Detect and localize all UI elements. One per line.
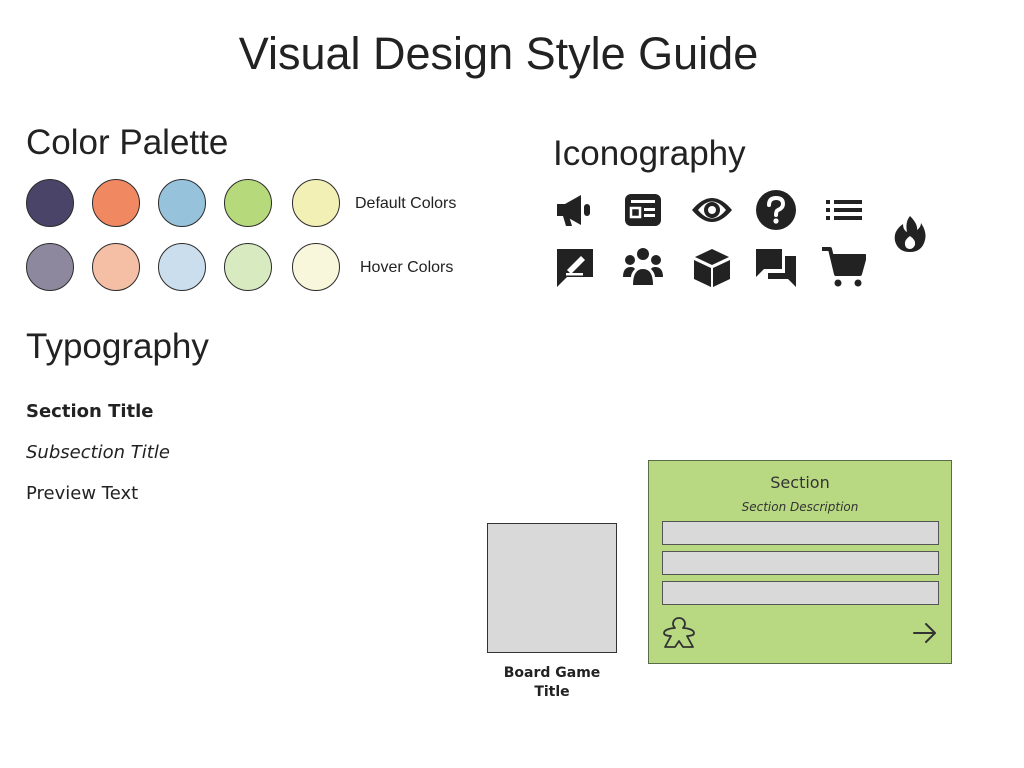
iconography-heading: Iconography: [553, 134, 746, 173]
hover-colors-label: Hover Colors: [360, 259, 454, 276]
section-card-field-1[interactable]: [662, 521, 939, 545]
typography-heading: Typography: [26, 327, 209, 366]
swatch-default-3: [158, 179, 206, 227]
arrow-right-icon[interactable]: [911, 619, 939, 647]
section-card-description: Section Description: [741, 500, 859, 514]
swatch-default-2: [92, 179, 140, 227]
list-icon: [822, 188, 866, 232]
comments-icon: [754, 245, 798, 289]
section-card-title: Section: [770, 473, 830, 492]
meeple-icon[interactable]: [661, 615, 697, 651]
shopping-cart-icon: [822, 245, 866, 289]
subsection-title-sample: Subsection Title: [26, 442, 170, 463]
fire-icon: [888, 212, 932, 256]
preview-text-sample: Preview Text: [26, 483, 139, 504]
section-card: Section Section Description: [648, 460, 952, 664]
edit-comment-icon: [553, 245, 597, 289]
swatch-hover-1: [26, 243, 74, 291]
default-colors-label: Default Colors: [355, 195, 457, 212]
swatch-hover-3: [158, 243, 206, 291]
eye-icon: [690, 188, 734, 232]
section-card-field-3[interactable]: [662, 581, 939, 605]
swatch-hover-4: [224, 243, 272, 291]
megaphone-icon: [553, 188, 597, 232]
section-title-sample: Section Title: [26, 401, 154, 422]
swatch-default-1: [26, 179, 74, 227]
newspaper-icon: [621, 188, 665, 232]
board-game-title[interactable]: Board Game Title: [497, 664, 607, 702]
swatch-hover-5: [292, 243, 340, 291]
color-palette-heading: Color Palette: [26, 123, 229, 162]
board-game-image-placeholder[interactable]: [487, 523, 617, 653]
page-title: Visual Design Style Guide: [238, 28, 759, 79]
swatch-default-5: [292, 179, 340, 227]
users-icon: [621, 245, 665, 289]
swatch-default-4: [224, 179, 272, 227]
box-icon: [690, 245, 734, 289]
swatch-hover-2: [92, 243, 140, 291]
section-card-field-2[interactable]: [662, 551, 939, 575]
question-circle-icon: [754, 188, 798, 232]
